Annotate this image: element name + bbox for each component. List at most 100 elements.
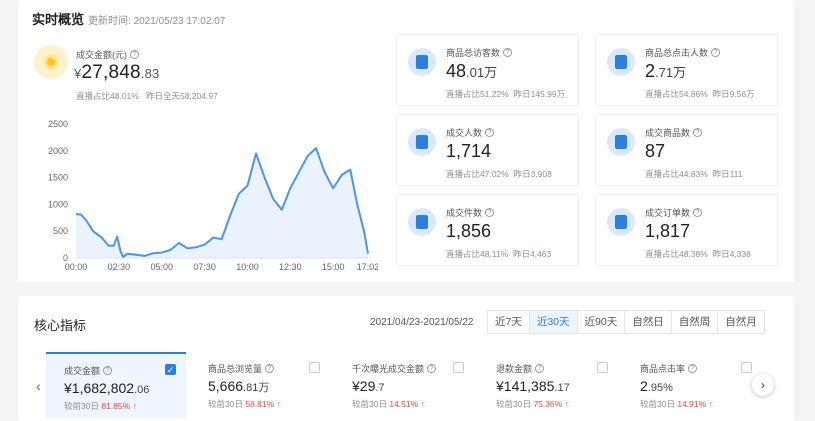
update-time-value: 2021/05/23 17:02:07 [133,16,226,27]
help-icon[interactable]: ? [103,366,113,375]
kpi-checkbox[interactable]: ✓ [165,364,176,375]
click-icon [607,48,635,76]
kpi-value: ¥141,385.17 [496,378,570,394]
y-tick-label: 2000 [48,146,68,156]
stat-label: 商品总访客数? [446,46,513,59]
kpi-compare: 较前30日 75.36% ↑ [496,399,569,409]
x-tick-label: 05:00 [150,262,173,272]
help-icon[interactable]: ? [427,364,437,373]
tab-period[interactable]: 自然周 [670,310,719,334]
tab-period[interactable]: 近30天 [528,310,578,334]
help-icon[interactable]: ? [693,128,703,137]
x-tick-label: 17:02 [357,262,378,272]
kpi-checkbox[interactable] [597,362,608,373]
overview-title: 实时概览 [32,12,85,27]
stat-card: 商品总点击人数? 2.71万 直播占比54.86% 昨日9.56万 [595,34,778,106]
kpi-label: 千次曝光成交金额? [352,362,437,375]
stat-card: 商品总访客数? 48.01万 直播占比51.22% 昨日145.99万 [396,34,579,106]
visitor-icon [408,48,436,76]
core-title: 核心指标 [34,318,87,333]
series-area [76,148,368,258]
kpi-card[interactable]: 千次曝光成交金额? ¥29.7 较前30日 14.51% ↑ [334,352,474,418]
help-icon[interactable]: ? [503,48,513,57]
stat-value: 2.71万 [645,61,687,81]
period-tabs: 近7天 近30天 近90天 自然日 自然周 自然月 [487,310,765,334]
x-tick-label: 15:00 [322,262,345,272]
realtime-overview-card: 实时概览 更新时间: 2021/05/23 17:02:07 成交金额(元)? … [18,0,794,282]
kpi-value: ¥29.7 [352,378,385,394]
kpi-card[interactable]: 退款金额? ¥141,385.17 较前30日 75.36% ↑ [478,352,618,418]
stat-sub: 直播占比44.83% 昨日111 [645,169,743,179]
help-icon[interactable]: ? [711,48,721,57]
stat-value: 1,817 [645,221,691,241]
help-icon[interactable]: ? [485,208,495,217]
stat-value: 1,714 [446,141,492,161]
kpi-checkbox[interactable] [741,362,752,373]
chevron-left-icon[interactable]: ‹ [36,378,41,394]
help-icon[interactable]: ? [130,50,139,59]
update-time: 更新时间: 2021/05/23 17:02:07 [88,12,225,27]
help-icon[interactable]: ? [485,128,495,137]
kpi-compare: 较前30日 14.91% ↑ [640,399,713,409]
kpi-checkbox[interactable] [309,362,320,373]
stat-label: 成交人数? [446,126,495,139]
help-icon[interactable]: ? [535,364,545,373]
kpi-card[interactable]: 商品点击率? 2.95% 较前30日 14.91% ↑ [622,352,762,418]
tab-period[interactable]: 近90天 [576,310,626,334]
tab-period[interactable]: 近7天 [487,310,530,334]
help-icon[interactable]: ? [688,364,698,373]
y-tick-label: 500 [53,226,68,236]
kpi-value: 5,666.81万 [208,378,270,394]
x-tick-label: 02:30 [108,262,131,272]
kpi-card[interactable]: 商品总浏览量? 5,666.81万 较前30日 58.81% ↑ [190,352,330,418]
help-icon[interactable]: ? [693,208,703,217]
x-tick-label: 12:30 [279,262,302,272]
y-tick-label: 1000 [48,199,68,209]
kpi-compare: 较前30日 14.51% ↑ [352,399,425,409]
kpi-checkbox[interactable] [453,362,464,373]
main-metric-value: ¥27,848.83 [74,62,160,83]
buyer-icon [408,128,436,156]
main-metric-label: 成交金额(元)? [76,48,139,61]
kpi-label: 成交金额? [64,364,113,377]
x-tick-label: 00:00 [65,262,88,272]
bag-icon [408,208,436,236]
main-metric-sub: 直播占比48.01% 昨日全天58,204.97 [76,91,218,101]
order-icon [607,208,635,236]
stat-sub: 直播占比47.02% 昨日3,908 [446,169,552,179]
tab-period[interactable]: 自然日 [624,310,672,334]
y-tick-label: 1500 [48,173,68,183]
stat-value: 48.01万 [446,61,498,81]
stat-card: 成交件数? 1,856 直播占比48.11% 昨日4,463 [396,194,579,266]
stat-value: 87 [645,141,666,161]
tab-period[interactable]: 自然月 [717,310,765,334]
stat-card: 成交人数? 1,714 直播占比47.02% 昨日3,908 [396,114,579,186]
stat-sub: 直播占比51.22% 昨日145.99万 [446,89,566,99]
stat-value: 1,856 [446,221,492,241]
help-icon[interactable]: ? [265,364,275,373]
kpi-card[interactable]: 成交金额? ¥1,682,802.06 较前30日 81.85% ↑ ✓ [46,352,186,418]
product-icon [607,128,635,156]
y-tick-label: 2500 [48,119,68,129]
kpi-value: ¥1,682,802.06 [64,380,150,396]
kpi-value: 2.95% [640,378,673,394]
x-tick-label: 10:00 [236,262,259,272]
x-tick-label: 07:30 [193,262,216,272]
stat-sub: 直播占比48.11% 昨日4,463 [446,249,552,259]
kpi-compare: 较前30日 81.85% ↑ [64,401,137,411]
stat-card: 成交商品数? 87 直播占比44.83% 昨日111 [595,114,778,186]
chevron-right-icon[interactable]: › [752,374,774,396]
coin-icon [34,45,68,79]
kpi-label: 商品总浏览量? [208,362,275,375]
kpi-compare: 较前30日 58.81% ↑ [208,399,281,409]
stat-label: 成交商品数? [645,126,703,139]
core-metrics-card: 核心指标 2021/04/23-2021/05/22 近7天 近30天 近90天 自然… [18,296,794,421]
stat-label: 成交订单数? [645,206,703,219]
update-label: 更新时间: [88,16,131,27]
date-range: 2021/04/23-2021/05/22 [370,317,474,328]
stat-card: 成交订单数? 1,817 直播占比48.38% 昨日4,338 [595,194,778,266]
stat-sub: 直播占比54.86% 昨日9.56万 [645,89,755,99]
stat-label: 商品总点击人数? [645,46,721,59]
kpi-label: 商品点击率? [640,362,698,375]
stat-label: 成交件数? [446,206,495,219]
